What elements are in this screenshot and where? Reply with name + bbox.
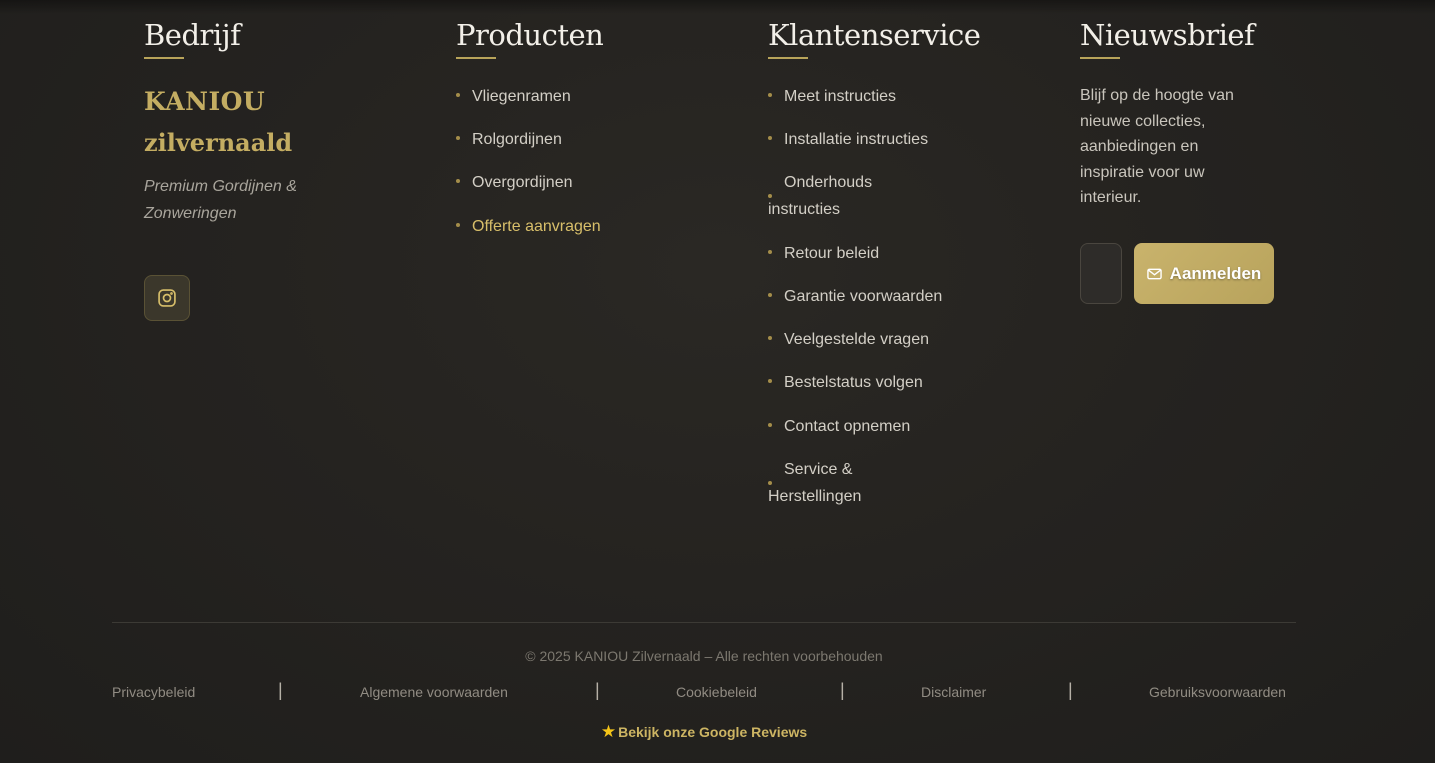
bullet-icon [768, 481, 772, 485]
product-link-vliegenramen[interactable]: Vliegenramen [456, 83, 571, 110]
link-gebruiksvoorwaarden[interactable]: Gebruiksvoorwaarden [1149, 684, 1286, 700]
service-link-onderhoud[interactable]: Onderhouds instructies [768, 169, 888, 223]
bullet-icon [768, 422, 772, 427]
bullet-icon [768, 292, 772, 297]
products-column: Producten [456, 16, 604, 59]
product-link-offerte[interactable]: Offerte aanvragen [456, 213, 601, 240]
subscribe-button[interactable]: Aanmelden [1134, 243, 1274, 304]
bullet-icon [456, 178, 460, 183]
service-link-retour[interactable]: Retour beleid [768, 240, 879, 267]
heading-underline [144, 57, 184, 59]
service-link-herstellingen[interactable]: Service & Herstellingen [768, 456, 878, 510]
heading-underline [1080, 57, 1120, 59]
bullet-icon [456, 222, 460, 227]
mail-icon [1146, 268, 1162, 279]
service-link-faq[interactable]: Veelgestelde vragen [768, 326, 929, 353]
newsletter-email-input[interactable] [1080, 243, 1122, 304]
subscribe-button-label: Aanmelden [1169, 263, 1262, 283]
product-link-rolgordijnen[interactable]: Rolgordijnen [456, 126, 562, 153]
brand-tagline: Premium Gordijnen & Zonweringen [144, 178, 297, 222]
service-heading: Klantenservice [768, 18, 981, 52]
bullet-icon [456, 92, 460, 97]
link-privacybeleid[interactable]: Privacybeleid [112, 684, 195, 700]
bullet-icon [768, 335, 772, 340]
google-reviews-label: Bekijk onze Google Reviews [618, 724, 808, 740]
link-separator: | [278, 680, 283, 700]
google-reviews-link[interactable]: ★ Bekijk onze Google Reviews [0, 722, 1408, 742]
brand-name: KANIOU [144, 87, 266, 116]
footer-divider [112, 622, 1296, 623]
bullet-icon [768, 194, 772, 198]
service-link-meet[interactable]: Meet instructies [768, 83, 896, 110]
company-column: Bedrijf [144, 16, 241, 59]
link-disclaimer[interactable]: Disclaimer [921, 684, 986, 700]
link-separator: | [595, 680, 600, 700]
service-link-garantie[interactable]: Garantie voorwaarden [768, 283, 942, 310]
service-link-bestelstatus[interactable]: Bestelstatus volgen [768, 369, 923, 396]
company-heading: Bedrijf [144, 18, 241, 52]
bullet-icon [768, 135, 772, 140]
star-icon: ★ [600, 722, 617, 741]
heading-underline [768, 57, 808, 59]
newsletter-column: Nieuwsbrief [1080, 16, 1255, 59]
link-separator: | [1068, 680, 1073, 700]
instagram-icon [158, 289, 176, 307]
heading-underline [456, 57, 496, 59]
instagram-link[interactable] [144, 275, 190, 321]
bullet-icon [768, 92, 772, 97]
service-link-contact[interactable]: Contact opnemen [768, 413, 910, 440]
newsletter-description: Blijf op de hoogte van nieuwe collecties… [1080, 87, 1234, 206]
products-heading: Producten [456, 18, 604, 52]
product-link-overgordijnen[interactable]: Overgordijnen [456, 169, 573, 196]
bullet-icon [768, 249, 772, 254]
newsletter-heading: Nieuwsbrief [1080, 18, 1255, 52]
top-shadow [0, 0, 1435, 14]
link-algemene-voorwaarden[interactable]: Algemene voorwaarden [360, 684, 508, 700]
copyright-text: © 2025 KANIOU Zilvernaald – Alle rechten… [525, 648, 883, 664]
bullet-icon [456, 135, 460, 140]
link-cookiebeleid[interactable]: Cookiebeleid [676, 684, 757, 700]
service-link-installatie[interactable]: Installatie instructies [768, 126, 928, 153]
brand-subname: zilvernaald [144, 128, 293, 157]
bullet-icon [768, 378, 772, 383]
link-separator: | [840, 680, 845, 700]
service-column: Klantenservice [768, 16, 981, 59]
